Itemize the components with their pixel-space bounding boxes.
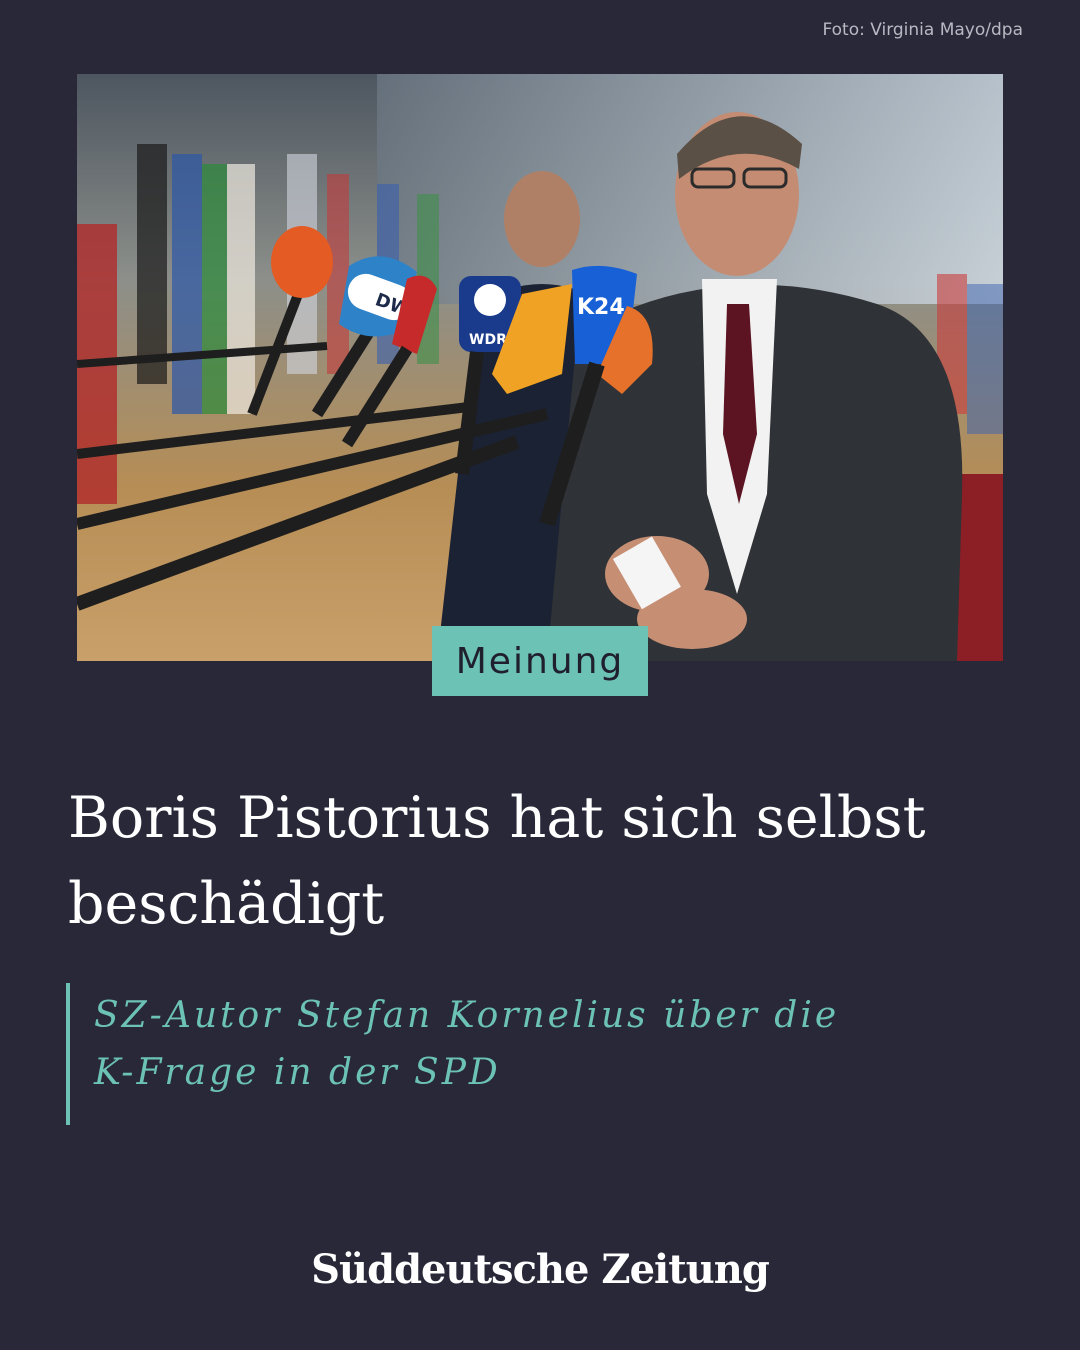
article-headline: Boris Pistorius hat sich selbst beschädi…	[68, 785, 926, 937]
section-badge: Meinung	[432, 626, 648, 696]
photo-credit: Foto: Virginia Mayo/dpa	[822, 20, 1023, 40]
press-conference-illustration: DW WDR K24	[77, 74, 1003, 661]
article-photo: DW WDR K24	[77, 74, 1003, 661]
subline-quote: SZ-Autor Stefan Kornelius über die K-Fra…	[66, 983, 870, 1125]
mic-label-k24: K24	[577, 295, 625, 320]
brand-logo: Süddeutsche Zeitung	[311, 1246, 770, 1293]
article-subline: SZ-Autor Stefan Kornelius über die K-Fra…	[94, 995, 840, 1093]
mic-label-wdr: WDR	[469, 332, 507, 348]
